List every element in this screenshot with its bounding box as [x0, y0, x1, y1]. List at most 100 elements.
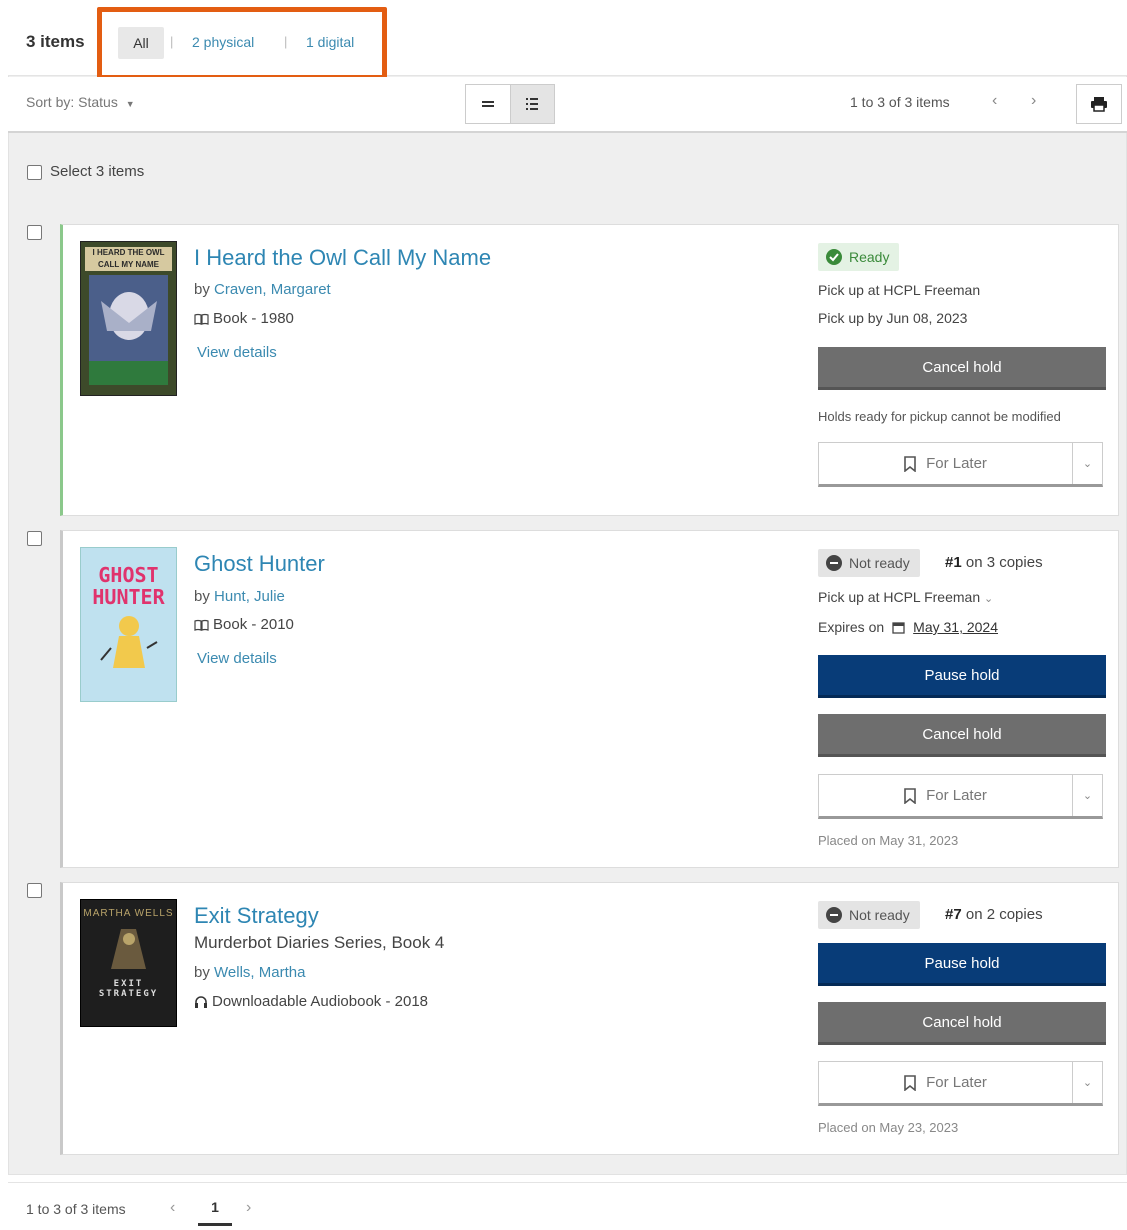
check-circle-icon	[826, 249, 842, 265]
previous-page-icon[interactable]: ‹	[992, 92, 997, 110]
cover-title-bottom: HUNTER	[92, 585, 165, 609]
author-link[interactable]: Craven, Margaret	[214, 281, 331, 298]
calendar-icon	[892, 621, 905, 634]
expires-label: Expires on	[818, 619, 885, 635]
status-badge: Not ready	[818, 901, 920, 929]
for-later-shelf-button: For Later ⌄	[818, 442, 1103, 487]
pickup-by: Pick up by Jun 08, 2023	[818, 310, 968, 326]
current-page[interactable]: 1	[198, 1199, 232, 1226]
for-later-button[interactable]: For Later	[819, 443, 1072, 484]
status-text: Ready	[849, 249, 890, 265]
shelf-dropdown-toggle[interactable]: ⌄	[1072, 775, 1102, 816]
book-cover[interactable]: GHOST HUNTER	[80, 547, 177, 702]
format-line: Book - 1980	[194, 310, 294, 327]
book-icon	[194, 619, 209, 631]
compact-view-button[interactable]	[466, 85, 510, 123]
author-link[interactable]: Hunt, Julie	[214, 588, 285, 605]
detailed-view-button[interactable]	[509, 85, 554, 123]
cancel-hold-button[interactable]: Cancel hold	[818, 714, 1106, 757]
for-later-shelf-button: For Later ⌄	[818, 1061, 1103, 1106]
minus-circle-icon	[826, 555, 842, 571]
for-later-button[interactable]: For Later	[819, 1062, 1072, 1103]
minus-circle-icon	[826, 907, 842, 923]
format-text: Book - 2010	[213, 616, 294, 633]
next-page-icon[interactable]: ›	[1031, 92, 1036, 110]
chevron-down-icon: ⌄	[1082, 458, 1093, 470]
placed-date: Placed on May 31, 2023	[818, 833, 959, 848]
print-button[interactable]	[1076, 84, 1122, 124]
girl-illustration	[100, 616, 158, 668]
book-cover[interactable]: MARTHA WELLS EXIT STRATEGY	[80, 899, 177, 1027]
pickup-location: Pick up at HCPL Freeman	[818, 589, 981, 605]
hold-title-link[interactable]: Exit Strategy	[194, 903, 319, 929]
pagination-range: 1 to 3 of 3 items	[850, 94, 950, 110]
item-checkbox[interactable]	[27, 531, 42, 546]
chevron-down-icon: ⌄	[1082, 1077, 1093, 1089]
book-cover[interactable]: I HEARD THE OWL CALL MY NAME	[80, 241, 177, 396]
book-icon	[194, 313, 209, 325]
next-page-icon[interactable]: ›	[246, 1199, 251, 1217]
cancel-hold-button[interactable]: Cancel hold	[818, 347, 1106, 390]
cover-title-top: GHOST	[98, 563, 159, 587]
author-link[interactable]: Wells, Martha	[214, 964, 305, 981]
sort-toolbar: Sort by: Status ▼ 1 to 3 of 3 items ‹ ›	[8, 77, 1127, 133]
queue-copies: on 3 copies	[961, 554, 1043, 571]
pause-hold-button[interactable]: Pause hold	[818, 943, 1106, 986]
footer-range: 1 to 3 of 3 items	[26, 1201, 126, 1217]
format-line: Downloadable Audiobook - 2018	[194, 993, 428, 1010]
status-badge: Not ready	[818, 549, 920, 577]
format-line: Book - 2010	[194, 616, 294, 633]
queue-copies: on 2 copies	[961, 906, 1043, 923]
bookmark-icon	[904, 1074, 916, 1091]
robot-illustration	[111, 929, 146, 969]
author-line: by Wells, Martha	[194, 964, 305, 981]
for-later-label: For Later	[926, 787, 987, 804]
compact-list-icon	[481, 101, 494, 107]
queue-rank: #1	[945, 554, 962, 571]
expiration-date-link[interactable]: May 31, 2024	[913, 619, 998, 635]
format-text: Book - 1980	[213, 310, 294, 327]
pickup-location-select[interactable]: Pick up at HCPL Freeman ⌄	[818, 589, 993, 605]
hold-title-link[interactable]: Ghost Hunter	[194, 551, 325, 577]
for-later-label: For Later	[926, 455, 987, 472]
queue-position: #1 on 3 copies	[945, 554, 1043, 571]
printer-icon	[1091, 97, 1107, 112]
item-checkbox[interactable]	[27, 225, 42, 240]
sort-dropdown[interactable]: Sort by: Status ▼	[26, 94, 135, 110]
chevron-down-icon: ⌄	[1082, 790, 1093, 802]
expires-line: Expires on May 31, 2024	[818, 619, 998, 635]
queue-position: #7 on 2 copies	[945, 906, 1043, 923]
by-label: by	[194, 588, 215, 605]
previous-page-icon[interactable]: ‹	[170, 1199, 175, 1217]
shelf-dropdown-toggle[interactable]: ⌄	[1072, 1062, 1102, 1103]
status-text: Not ready	[849, 555, 910, 571]
item-checkbox[interactable]	[27, 883, 42, 898]
cancel-hold-button[interactable]: Cancel hold	[818, 1002, 1106, 1045]
view-toggle	[465, 84, 555, 124]
status-badge: Ready	[818, 243, 900, 271]
for-later-button[interactable]: For Later	[819, 775, 1072, 816]
hold-card: I HEARD THE OWL CALL MY NAME I Heard the…	[60, 224, 1119, 516]
view-details-link[interactable]: View details	[197, 344, 277, 361]
chevron-down-icon: ⌄	[984, 593, 994, 605]
cover-title: EXIT STRATEGY	[98, 979, 159, 999]
cover-title: I HEARD THE OWL CALL MY NAME	[85, 247, 172, 271]
pause-hold-button[interactable]: Pause hold	[818, 655, 1106, 698]
hold-card: MARTHA WELLS EXIT STRATEGY Exit Strategy…	[60, 882, 1119, 1155]
footer-pagination: 1 to 3 of 3 items ‹ 1 ›	[8, 1182, 1127, 1230]
caret-down-icon: ▼	[125, 99, 135, 109]
owl-illustration	[89, 275, 168, 385]
format-text: Downloadable Audiobook - 2018	[212, 993, 428, 1010]
author-line: by Hunt, Julie	[194, 588, 285, 605]
modify-note: Holds ready for pickup cannot be modifie…	[818, 409, 1061, 424]
hold-title-link[interactable]: I Heard the Owl Call My Name	[194, 245, 491, 271]
queue-rank: #7	[945, 906, 962, 923]
author-line: by Craven, Margaret	[194, 281, 331, 298]
for-later-shelf-button: For Later ⌄	[818, 774, 1103, 819]
status-text: Not ready	[849, 907, 910, 923]
select-all-checkbox[interactable]	[27, 165, 42, 180]
hold-card: GHOST HUNTER Ghost Hunter by Hunt, Julie…	[60, 530, 1119, 868]
view-details-link[interactable]: View details	[197, 650, 277, 667]
shelf-dropdown-toggle[interactable]: ⌄	[1072, 443, 1102, 484]
item-count: 3 items	[26, 32, 85, 51]
